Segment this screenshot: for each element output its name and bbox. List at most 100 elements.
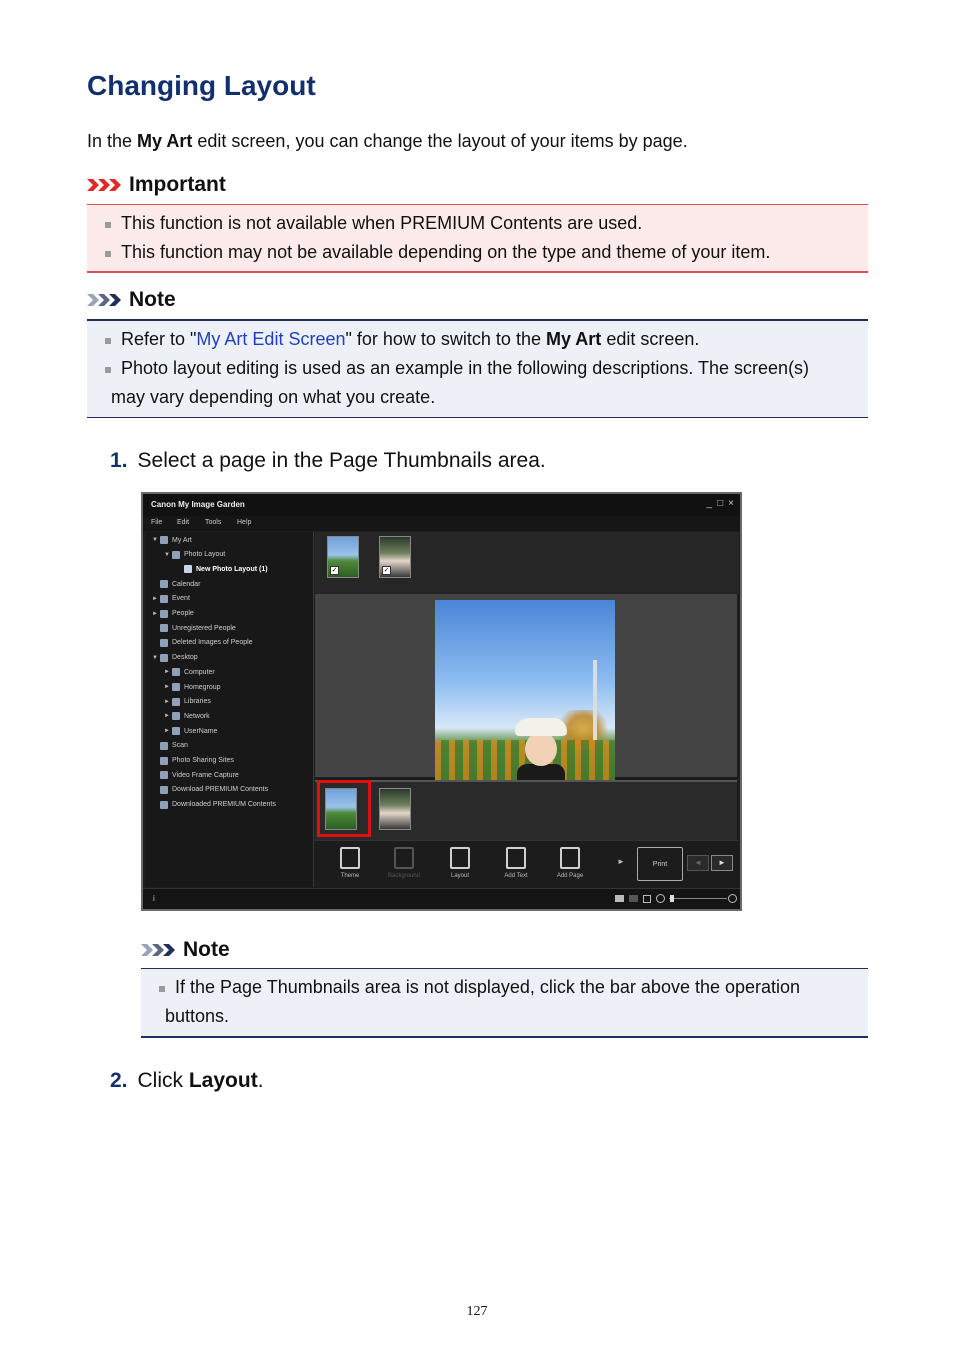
step-text-after: .: [257, 1069, 264, 1092]
tree-item[interactable]: Calendar: [152, 580, 201, 589]
add-page-label: Add Page: [556, 873, 584, 879]
note-heading-text: Note: [183, 938, 230, 961]
menu-tools[interactable]: Tools: [205, 519, 221, 526]
tree-item-label: Download PREMIUM Contents: [172, 786, 269, 794]
folder-icon: [172, 712, 180, 721]
list-item: Photo layout editing is used as an examp…: [87, 354, 868, 383]
expand-arrow-icon[interactable]: ▼: [152, 537, 160, 543]
list-item: This function is not available when PREM…: [87, 209, 868, 238]
minimize-icon[interactable]: _: [707, 498, 713, 509]
intro-text: In the My Art edit screen, you can chang…: [87, 131, 688, 152]
folder-icon: [160, 785, 168, 794]
my-art-edit-screen-link[interactable]: My Art Edit Screen: [196, 329, 345, 349]
sign-pole: [593, 660, 597, 740]
expand-arrow-icon[interactable]: ▼: [152, 655, 160, 661]
tree-item[interactable]: ► Network: [164, 712, 210, 721]
important-arrows-icon: [87, 177, 125, 193]
photo-thumbnail[interactable]: ✓: [379, 536, 411, 578]
tree-item[interactable]: Unregistered People: [152, 624, 236, 633]
tree-item-label: Homegroup: [184, 683, 221, 691]
note-heading-text: Note: [129, 288, 176, 311]
tree-item-label: Libraries: [184, 698, 211, 706]
tree-item[interactable]: Video Frame Capture: [152, 771, 239, 780]
bullet-icon: [159, 986, 165, 992]
zoom-slider[interactable]: [669, 898, 727, 899]
tree-item[interactable]: ► Homegroup: [164, 683, 221, 691]
zoom-out-icon[interactable]: [656, 894, 665, 903]
expand-arrow-icon[interactable]: ►: [152, 596, 160, 602]
important-item-1: This function is not available when PREM…: [121, 213, 643, 233]
tree-item[interactable]: ▼ Photo Layout: [164, 550, 225, 559]
background-label: Background: [387, 873, 421, 879]
tree-item-label: Photo Sharing Sites: [172, 757, 234, 764]
folder-icon: [160, 638, 168, 647]
expand-arrow-icon[interactable]: ►: [152, 611, 160, 617]
step-number: 2.: [110, 1069, 128, 1092]
expand-arrow-icon[interactable]: ►: [164, 728, 172, 734]
tree-item-label: New Photo Layout (1): [196, 565, 268, 573]
add-page-button[interactable]: Add Page: [547, 847, 593, 879]
folder-icon: [172, 727, 180, 736]
tree-item-label: Unregistered People: [172, 624, 236, 632]
page-thumbnail-2[interactable]: [379, 788, 411, 830]
expand-arrow-icon[interactable]: ►: [164, 684, 172, 690]
layout-button[interactable]: Layout: [437, 847, 483, 879]
close-icon[interactable]: ×: [728, 498, 734, 509]
info-icon[interactable]: i: [153, 894, 155, 903]
menu-edit[interactable]: Edit: [177, 519, 189, 526]
tree-item[interactable]: Downloaded PREMIUM Contents: [152, 800, 276, 809]
checkbox-icon[interactable]: ✓: [382, 566, 391, 575]
expand-arrow-icon[interactable]: ►: [164, 713, 172, 719]
tree-item[interactable]: Deleted Images of People: [152, 638, 253, 647]
zoom-in-icon[interactable]: [728, 894, 737, 903]
intro-before: In the: [87, 131, 138, 151]
add-text-button[interactable]: Add Text: [493, 847, 539, 879]
tree-item[interactable]: New Photo Layout (1): [176, 565, 268, 574]
important-item-2: This function may not be available depen…: [121, 242, 771, 262]
window-title: Canon My Image Garden: [151, 500, 245, 509]
tree-item[interactable]: Photo Sharing Sites: [152, 756, 234, 765]
view-mode-icon[interactable]: [629, 895, 638, 902]
tree-item-label: Scan: [172, 742, 188, 750]
tree-item[interactable]: ► UserName: [164, 727, 217, 736]
note-heading: Note: [87, 288, 176, 312]
step-number: 1.: [110, 449, 128, 472]
theme-button[interactable]: Theme: [327, 847, 373, 879]
tree-item[interactable]: ▼ Desktop: [152, 653, 198, 662]
important-box: This function is not available when PREM…: [87, 204, 868, 273]
more-arrow-icon[interactable]: ►: [617, 857, 625, 866]
maximize-icon[interactable]: □: [717, 498, 723, 509]
background-button[interactable]: Background: [381, 847, 427, 879]
expand-arrow-icon[interactable]: ►: [164, 669, 172, 675]
tree-item-label: Calendar: [172, 580, 201, 588]
zoom-slider-handle[interactable]: [670, 895, 674, 902]
folder-tree: ▼ My Art ▼ Photo Layout New Photo Layout (1)…: [146, 532, 314, 887]
menu-help[interactable]: Help: [237, 519, 251, 526]
tree-item[interactable]: Download PREMIUM Contents: [152, 785, 269, 794]
list-item: This function may not be available depen…: [87, 238, 868, 267]
tree-item[interactable]: ► People: [152, 609, 194, 618]
checkbox-icon[interactable]: ✓: [330, 566, 339, 575]
print-button[interactable]: Print: [637, 847, 683, 881]
tree-item[interactable]: ▼ My Art: [152, 536, 192, 544]
bullet-icon: [105, 222, 111, 228]
note-item1-mid: " for how to switch to the: [345, 329, 546, 349]
app-screenshot: Canon My Image Garden _ □ × File Edit To…: [141, 492, 742, 911]
expand-arrow-icon[interactable]: ►: [164, 699, 172, 705]
menu-file[interactable]: File: [151, 519, 162, 526]
view-mode-icon[interactable]: [615, 895, 624, 902]
fit-icon[interactable]: [643, 895, 651, 903]
tree-item[interactable]: Scan: [152, 741, 188, 750]
next-icon[interactable]: ►: [711, 855, 733, 871]
tree-item[interactable]: ► Event: [152, 594, 190, 603]
layout-label: Layout: [450, 873, 469, 879]
photo-thumbnail[interactable]: ✓: [327, 536, 359, 578]
note-item1-before: Refer to ": [121, 329, 197, 349]
tree-item[interactable]: ► Computer: [164, 668, 215, 677]
add-page-icon: [560, 847, 580, 869]
expand-arrow-icon[interactable]: ▼: [164, 552, 172, 558]
add-text-label: Add Text: [504, 873, 528, 879]
folder-icon: [160, 653, 168, 662]
previous-icon[interactable]: ◄: [687, 855, 709, 871]
tree-item[interactable]: ► Libraries: [164, 697, 211, 706]
